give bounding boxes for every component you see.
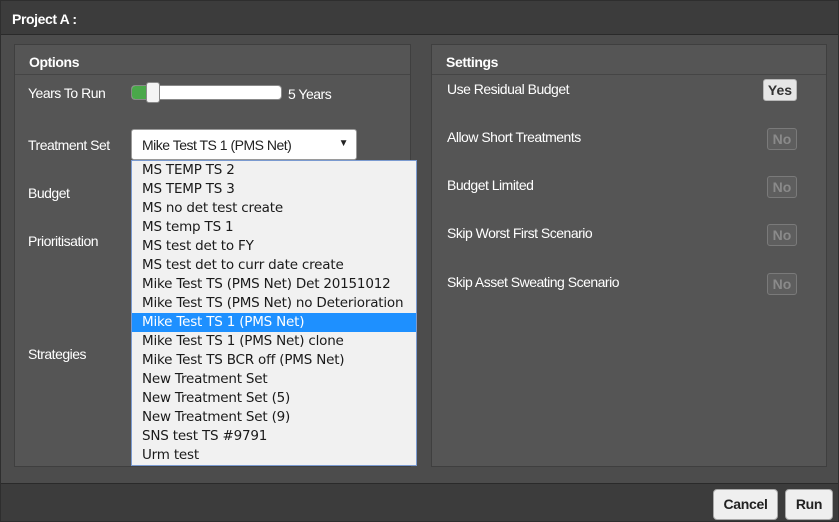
- options-header-label: Options: [29, 54, 80, 70]
- dropdown-option[interactable]: Urm test: [132, 446, 416, 465]
- strategies-label: Strategies: [28, 346, 87, 362]
- dropdown-option[interactable]: MS test det to FY: [132, 237, 416, 256]
- years-slider-handle[interactable]: [146, 82, 160, 103]
- project-dialog: Project A : Options Years To Run 5 Years…: [0, 0, 839, 522]
- dialog-title-bar: Project A :: [1, 1, 838, 35]
- dropdown-option[interactable]: MS test det to curr date create: [132, 256, 416, 275]
- allow-short-treatments-toggle[interactable]: No: [767, 128, 797, 150]
- dropdown-option[interactable]: New Treatment Set: [132, 370, 416, 389]
- budget-limited-toggle[interactable]: No: [767, 176, 797, 198]
- use-residual-budget-toggle[interactable]: Yes: [763, 79, 797, 101]
- budget-label: Budget: [28, 185, 70, 201]
- dropdown-option[interactable]: MS TEMP TS 2: [132, 161, 416, 180]
- dropdown-option[interactable]: New Treatment Set (5): [132, 389, 416, 408]
- dropdown-option[interactable]: MS no det test create: [132, 199, 416, 218]
- dropdown-option[interactable]: Mike Test TS (PMS Net) no Deterioration: [132, 294, 416, 313]
- allow-short-treatments-label: Allow Short Treatments: [447, 129, 581, 145]
- dialog-footer: Cancel Run: [1, 483, 838, 521]
- years-value: 5 Years: [288, 86, 332, 102]
- treatment-set-selected-value: Mike Test TS 1 (PMS Net): [142, 137, 292, 153]
- years-to-run-label: Years To Run: [28, 85, 106, 101]
- dropdown-option[interactable]: Mike Test TS BCR off (PMS Net): [132, 351, 416, 370]
- cancel-button[interactable]: Cancel: [713, 489, 778, 520]
- dialog-title: Project A :: [12, 11, 77, 27]
- settings-panel-header: Settings: [432, 45, 826, 75]
- dropdown-option[interactable]: Mike Test TS 1 (PMS Net) clone: [132, 332, 416, 351]
- dropdown-option[interactable]: New Treatment Set (9): [132, 408, 416, 427]
- skip-asset-sweating-label: Skip Asset Sweating Scenario: [447, 274, 620, 290]
- run-button[interactable]: Run: [785, 489, 833, 520]
- dropdown-option[interactable]: MS TEMP TS 3: [132, 180, 416, 199]
- dropdown-option[interactable]: Mike Test TS 1 (PMS Net): [132, 313, 416, 332]
- skip-worst-first-toggle[interactable]: No: [767, 224, 797, 246]
- treatment-set-dropdown-list[interactable]: MS TEMP TS 2 MS TEMP TS 3 MS no det test c…: [131, 160, 417, 466]
- prioritisation-label: Prioritisation: [28, 233, 99, 249]
- settings-header-label: Settings: [446, 54, 499, 70]
- skip-worst-first-label: Skip Worst First Scenario: [447, 225, 593, 241]
- settings-panel: Settings: [431, 44, 827, 467]
- budget-limited-label: Budget Limited: [447, 177, 534, 193]
- dropdown-option[interactable]: MS temp TS 1: [132, 218, 416, 237]
- treatment-set-select[interactable]: Mike Test TS 1 (PMS Net) ▼: [131, 129, 357, 160]
- use-residual-budget-label: Use Residual Budget: [447, 81, 570, 97]
- dropdown-option[interactable]: SNS test TS #9791: [132, 427, 416, 446]
- skip-asset-sweating-toggle[interactable]: No: [767, 273, 797, 295]
- chevron-down-icon: ▼: [338, 138, 349, 149]
- dropdown-option[interactable]: Mike Test TS (PMS Net) Det 20151012: [132, 275, 416, 294]
- treatment-set-label: Treatment Set: [28, 137, 110, 153]
- options-panel-header: Options: [15, 45, 410, 75]
